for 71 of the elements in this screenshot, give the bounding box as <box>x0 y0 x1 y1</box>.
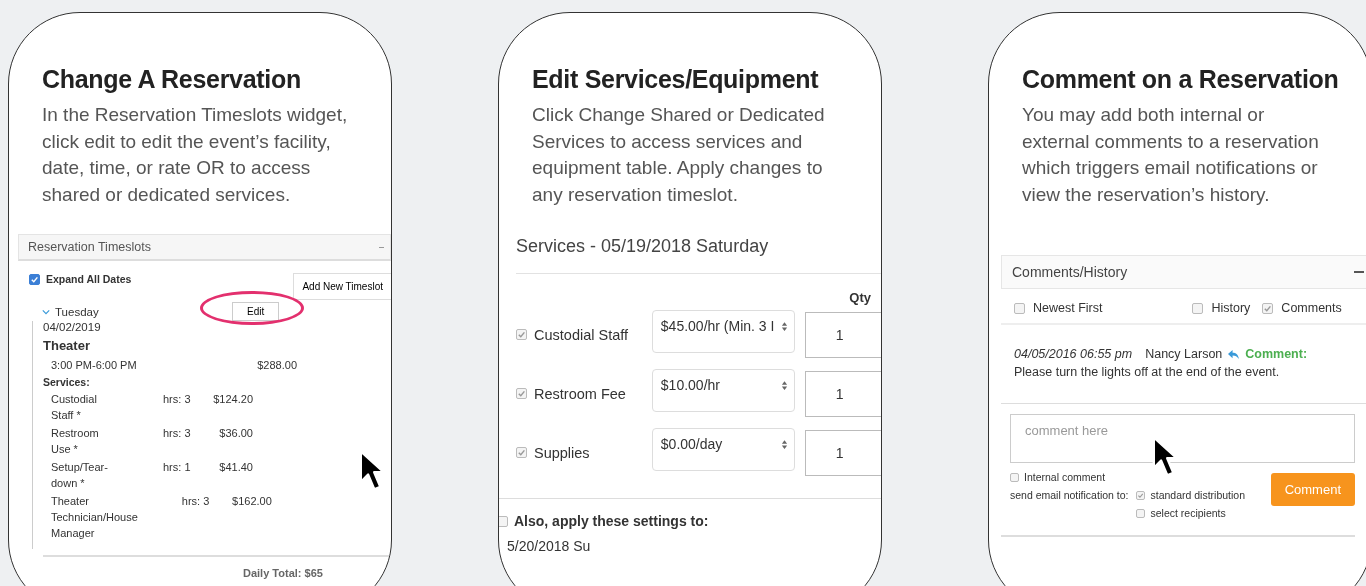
checkbox-label: Expand All Dates <box>46 273 132 285</box>
checkbox[interactable] <box>516 329 527 340</box>
card-title: Change A Reservation <box>42 65 302 94</box>
column-header: Qty <box>849 290 871 305</box>
quantity-field[interactable]: 1 <box>804 429 881 476</box>
service-name: Restroom Use * <box>51 426 100 457</box>
checkbox[interactable] <box>29 273 40 285</box>
author-name: Nancy Larson <box>1145 346 1223 363</box>
hours-text: hrs: 3 <box>163 392 192 407</box>
date-text: 04/02/2019 <box>43 321 102 335</box>
chevron-icon[interactable] <box>42 308 50 315</box>
add-timeslot-button[interactable]: Add New Timeslot <box>293 273 391 300</box>
card-title: Edit Services/Equipment <box>532 65 820 94</box>
checkbox[interactable] <box>1136 490 1146 500</box>
checkbox[interactable] <box>1010 472 1019 482</box>
checkbox-label: standard distribution <box>1150 489 1246 501</box>
reply-arrow-icon <box>1227 348 1241 360</box>
service-name: Custodial Staff <box>534 326 630 343</box>
checkbox-label: Internal comment <box>1024 471 1106 483</box>
card-description: You may add both internal or external comments to a reservation which triggers email notifications or view the reservation’s history. <box>1022 103 1320 207</box>
checkbox[interactable] <box>516 447 527 458</box>
card-description: In the Reservation Timeslots widget, click edit to edit the event’s facility, date, time, or rate OR to access shared or dedicated services. <box>42 103 349 207</box>
price-text: $288.00 <box>256 358 297 373</box>
updown-icon <box>780 321 788 332</box>
rate-select[interactable]: $0.00/day <box>651 428 795 471</box>
service-name: Supplies <box>534 444 591 461</box>
comment-field[interactable]: comment here <box>1010 414 1355 463</box>
time-range: 3:00 PM-6:00 PM <box>51 358 138 373</box>
checkbox-label: select recipients <box>1150 507 1226 519</box>
checkbox[interactable] <box>1262 302 1274 314</box>
hours-text: hrs: 3 <box>181 494 211 509</box>
panel-title: Comments/History <box>1012 264 1128 280</box>
hours-text: hrs: 1 <box>163 460 192 475</box>
edit-button[interactable]: Edit <box>232 302 280 321</box>
hours-text: hrs: 3 <box>163 426 192 441</box>
comment-text: Please turn the lights off at the end of the event. <box>1014 364 1281 381</box>
services-label: Services: <box>43 375 91 390</box>
price-text: $124.20 <box>212 392 253 407</box>
card-title: Comment on a Reservation <box>1022 65 1340 94</box>
checkbox[interactable] <box>1136 508 1146 518</box>
checkbox-label: History <box>1211 301 1251 315</box>
comment-type-label: Comment: <box>1245 346 1308 363</box>
service-name: Restroom Fee <box>534 385 627 402</box>
updown-icon <box>780 380 788 391</box>
services-title: Services - 05/19/2018 Saturday <box>516 236 881 274</box>
price-text: $36.00 <box>218 426 253 441</box>
service-name: Setup/Tear-down * <box>51 460 109 491</box>
checkbox[interactable] <box>516 388 527 399</box>
checkbox[interactable] <box>1014 302 1025 314</box>
notify-label: send email notification to: <box>1010 489 1129 503</box>
price-text: $41.40 <box>218 460 253 475</box>
checkbox-label: Newest First <box>1033 301 1103 315</box>
date-option[interactable]: 5/20/2018 Su <box>499 529 881 554</box>
price-text: $162.00 <box>231 494 272 509</box>
checkbox-label: Comments <box>1281 301 1342 315</box>
rate-select[interactable]: $10.00/hr <box>651 369 795 412</box>
checkbox[interactable] <box>499 515 508 527</box>
rate-select[interactable]: $45.00/hr (Min. 3 I <box>651 310 795 353</box>
service-name: Theater Technician/House Manager <box>51 494 138 541</box>
service-name: Custodial Staff * <box>51 392 98 423</box>
timestamp: 04/05/2016 06:55 pm <box>1014 346 1133 363</box>
facility-name: Theater <box>43 338 91 353</box>
checkbox[interactable] <box>1192 302 1204 314</box>
updown-icon <box>780 439 788 450</box>
apply-label: Also, apply these settings to: <box>514 513 709 529</box>
quantity-field[interactable]: 1 <box>804 311 881 358</box>
quantity-field[interactable]: 1 <box>804 370 881 417</box>
panel-title: Reservation Timeslots <box>28 240 151 254</box>
card-description: Click Change Shared or Dedicated Services to access services and equipment table. Apply changes to any reservation timeslot. <box>532 103 826 207</box>
day-label: Tuesday <box>55 305 99 318</box>
daily-total: Daily Total: $65 <box>43 555 391 579</box>
